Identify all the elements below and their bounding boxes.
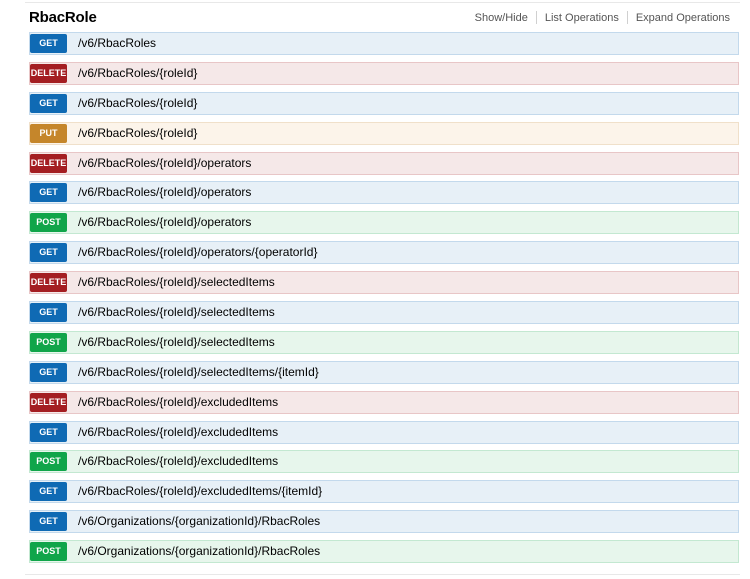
get-method-badge[interactable]: GET: [30, 303, 67, 323]
get-method-badge[interactable]: GET: [30, 34, 67, 53]
operation-row-delete[interactable]: DELETE/v6/RbacRoles/{roleId}/excludedIte…: [29, 390, 739, 414]
operation-row-delete[interactable]: DELETE/v6/RbacRoles/{roleId}: [29, 61, 739, 85]
operation-path-link[interactable]: /v6/RbacRoles/{roleId}: [78, 66, 197, 80]
operation-row-delete[interactable]: DELETE/v6/RbacRoles/{roleId}/selectedIte…: [29, 271, 739, 295]
post-method-badge[interactable]: POST: [30, 542, 67, 562]
get-method-badge[interactable]: GET: [30, 183, 67, 203]
put-method-badge[interactable]: PUT: [30, 123, 67, 143]
delete-method-badge[interactable]: DELETE: [30, 392, 67, 412]
get-method-badge[interactable]: GET: [30, 482, 67, 502]
operation-path-link[interactable]: /v6/RbacRoles/{roleId}/selectedItems: [78, 275, 275, 289]
delete-method-badge[interactable]: DELETE: [30, 273, 67, 293]
operation-row-post[interactable]: POST/v6/RbacRoles/{roleId}/operators: [29, 211, 739, 235]
options-divider: [626, 11, 628, 24]
operation-path-link[interactable]: /v6/RbacRoles/{roleId}/excludedItems/{it…: [78, 484, 322, 498]
operation-path-link[interactable]: /v6/RbacRoles/{roleId}/excludedItems: [78, 454, 278, 468]
resource-title[interactable]: RbacRole: [29, 9, 97, 26]
operation-path-link[interactable]: /v6/RbacRoles/{roleId}/selectedItems: [78, 305, 275, 319]
operation-row-put[interactable]: PUT/v6/RbacRoles/{roleId}: [29, 121, 739, 145]
operation-path-link[interactable]: /v6/RbacRoles/{roleId}: [78, 126, 197, 140]
post-method-badge[interactable]: POST: [30, 213, 67, 233]
operation-row-get[interactable]: GET/v6/RbacRoles/{roleId}/excludedItems/…: [29, 480, 739, 504]
show-hide-link[interactable]: Show/Hide: [475, 12, 528, 24]
delete-method-badge[interactable]: DELETE: [30, 63, 67, 83]
operation-path-link[interactable]: /v6/Organizations/{organizationId}/RbacR…: [78, 514, 320, 528]
get-method-badge[interactable]: GET: [30, 512, 67, 532]
operation-path-link[interactable]: /v6/RbacRoles/{roleId}/selectedItems/{it…: [78, 365, 319, 379]
operation-path-link[interactable]: /v6/RbacRoles/{roleId}: [78, 96, 197, 110]
resource-header: RbacRole Show/Hide List Operations Expan…: [29, 4, 740, 32]
list-operations-link[interactable]: List Operations: [545, 12, 619, 24]
get-method-badge[interactable]: GET: [30, 422, 67, 442]
post-method-badge[interactable]: POST: [30, 332, 67, 352]
operation-row-get[interactable]: GET/v6/RbacRoles: [29, 32, 739, 55]
operation-path-link[interactable]: /v6/RbacRoles/{roleId}/excludedItems: [78, 395, 278, 409]
operation-row-delete[interactable]: DELETE/v6/RbacRoles/{roleId}/operators: [29, 151, 739, 175]
operation-row-get[interactable]: GET/v6/RbacRoles/{roleId}/selectedItems/…: [29, 360, 739, 384]
get-method-badge[interactable]: GET: [30, 362, 67, 382]
operation-path-link[interactable]: /v6/RbacRoles: [78, 36, 156, 50]
operation-path-link[interactable]: /v6/RbacRoles/{roleId}/selectedItems: [78, 335, 275, 349]
operation-row-get[interactable]: GET/v6/RbacRoles/{roleId}/selectedItems: [29, 301, 739, 325]
resource-section: RbacRole Show/Hide List Operations Expan…: [0, 0, 750, 579]
operation-row-get[interactable]: GET/v6/RbacRoles/{roleId}/operators/{ope…: [29, 241, 739, 265]
operation-row-get[interactable]: GET/v6/RbacRoles/{roleId}/operators: [29, 181, 739, 205]
operation-path-link[interactable]: /v6/Organizations/{organizationId}/RbacR…: [78, 544, 320, 558]
bottom-divider: [25, 574, 740, 575]
operation-row-get[interactable]: GET/v6/RbacRoles/{roleId}: [29, 91, 739, 115]
operation-row-get[interactable]: GET/v6/RbacRoles/{roleId}/excludedItems: [29, 420, 739, 444]
operation-row-post[interactable]: POST/v6/Organizations/{organizationId}/R…: [29, 540, 739, 564]
operation-path-link[interactable]: /v6/RbacRoles/{roleId}/operators: [78, 215, 251, 229]
expand-operations-link[interactable]: Expand Operations: [636, 12, 730, 24]
operation-path-link[interactable]: /v6/RbacRoles/{roleId}/operators/{operat…: [78, 245, 317, 259]
top-divider: [25, 2, 740, 3]
get-method-badge[interactable]: GET: [30, 93, 67, 113]
operation-path-link[interactable]: /v6/RbacRoles/{roleId}/operators: [78, 156, 251, 170]
operations-list: GET/v6/RbacRoles DELETE/v6/RbacRoles/{rol…: [29, 32, 739, 570]
operation-row-get[interactable]: GET/v6/Organizations/{organizationId}/Rb…: [29, 510, 739, 534]
operation-path-link[interactable]: /v6/RbacRoles/{roleId}/operators: [78, 185, 251, 199]
options-divider: [535, 11, 537, 24]
post-method-badge[interactable]: POST: [30, 452, 67, 472]
operation-row-post[interactable]: POST/v6/RbacRoles/{roleId}/selectedItems: [29, 330, 739, 354]
operation-path-link[interactable]: /v6/RbacRoles/{roleId}/excludedItems: [78, 425, 278, 439]
resource-options: Show/Hide List Operations Expand Operati…: [475, 11, 730, 24]
operation-row-post[interactable]: POST/v6/RbacRoles/{roleId}/excludedItems: [29, 450, 739, 474]
delete-method-badge[interactable]: DELETE: [30, 153, 67, 173]
get-method-badge[interactable]: GET: [30, 243, 67, 263]
